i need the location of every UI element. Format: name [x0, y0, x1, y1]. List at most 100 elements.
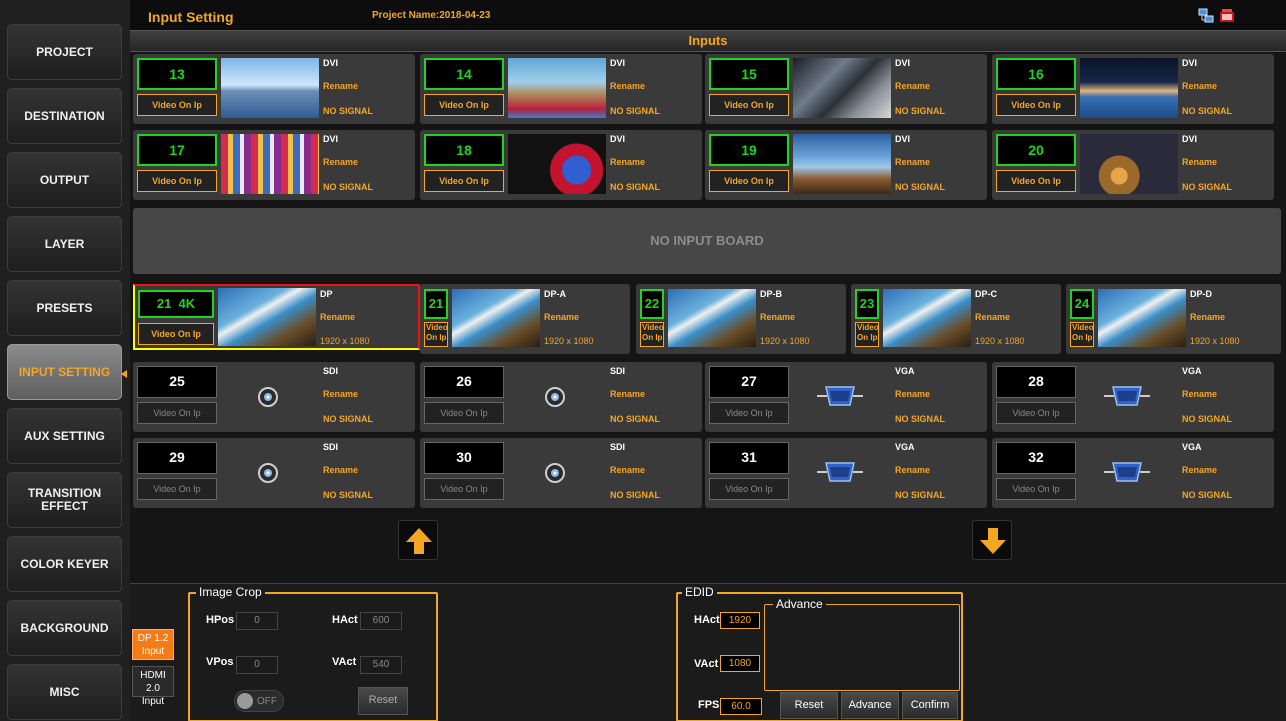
tab-dp-input[interactable]: DP 1.2 Input — [132, 629, 174, 660]
video-on-ip-button[interactable]: Video On Ip — [709, 170, 789, 192]
sidebar-item-misc[interactable]: MISC — [7, 664, 122, 720]
input-number[interactable]: 14 — [424, 58, 504, 90]
input-number[interactable]: 26 — [424, 366, 504, 398]
sidebar-item-background[interactable]: BACKGROUND — [7, 600, 122, 656]
input-number[interactable]: 21 4K — [138, 290, 214, 318]
video-on-ip-button[interactable]: Video On Ip — [709, 402, 789, 424]
sidebar-item-transition-effect[interactable]: TRANSITION EFFECT — [7, 472, 122, 528]
input-number[interactable]: 32 — [996, 442, 1076, 474]
video-on-ip-button[interactable]: Video On Ip — [137, 402, 217, 424]
rename-button[interactable]: Rename — [323, 81, 358, 91]
dp-cell-b[interactable]: 22 Video On Ip DP-B Rename 1920 x 1080 — [636, 284, 846, 354]
edid-advance-button[interactable]: Advance — [841, 692, 899, 719]
video-on-ip-button[interactable]: Video On Ip — [137, 170, 217, 192]
input-number[interactable]: 13 — [137, 58, 217, 90]
video-on-ip-button[interactable]: Video On Ip — [996, 94, 1076, 116]
input-number[interactable]: 31 — [709, 442, 789, 474]
video-on-ip-button[interactable]: Video On Ip — [424, 322, 448, 347]
dp-main-cell[interactable]: 21 4K Video On Ip DP Rename 1920 x 1080 — [133, 284, 420, 350]
input-cell-14[interactable]: 14 Video On Ip DVI Rename NO SIGNAL — [420, 54, 702, 124]
video-on-ip-button[interactable]: Video On Ip — [640, 322, 664, 347]
rename-button[interactable]: Rename — [323, 157, 358, 167]
input-number[interactable]: 19 — [709, 134, 789, 166]
video-on-ip-button[interactable]: Video On Ip — [996, 478, 1076, 500]
hact-field[interactable]: 600 — [360, 612, 402, 630]
input-number[interactable]: 20 — [996, 134, 1076, 166]
input-cell-18[interactable]: 18 Video On Ip DVI Rename NO SIGNAL — [420, 130, 702, 200]
input-cell-19[interactable]: 19 Video On Ip DVI Rename NO SIGNAL — [705, 130, 987, 200]
edid-vact-field[interactable]: 1080 — [720, 655, 760, 672]
rename-button[interactable]: Rename — [610, 465, 645, 475]
rename-button[interactable]: Rename — [1190, 312, 1225, 322]
rename-button[interactable]: Rename — [323, 389, 358, 399]
input-cell-29[interactable]: 29 Video On Ip SDI Rename NO SIGNAL — [133, 438, 415, 508]
rename-button[interactable]: Rename — [323, 465, 358, 475]
video-on-ip-button[interactable]: Video On Ip — [996, 402, 1076, 424]
input-number[interactable]: 29 — [137, 442, 217, 474]
rename-button[interactable]: Rename — [544, 312, 579, 322]
rename-button[interactable]: Rename — [1182, 157, 1217, 167]
edid-confirm-button[interactable]: Confirm — [902, 692, 958, 719]
fps-field[interactable]: 60.0 — [720, 698, 762, 715]
video-on-ip-button[interactable]: Video On Ip — [424, 402, 504, 424]
edid-reset-button[interactable]: Reset — [780, 692, 838, 719]
rename-button[interactable]: Rename — [895, 157, 930, 167]
crop-toggle[interactable]: OFF — [234, 690, 284, 712]
input-number[interactable]: 23 — [855, 289, 879, 319]
dp-cell-a[interactable]: 21 Video On Ip DP-A Rename 1920 x 1080 — [420, 284, 630, 354]
hpos-field[interactable]: 0 — [236, 612, 278, 630]
page-down-button[interactable] — [972, 520, 1012, 560]
input-cell-16[interactable]: 16 Video On Ip DVI Rename NO SIGNAL — [992, 54, 1274, 124]
rename-button[interactable]: Rename — [1182, 389, 1217, 399]
input-number[interactable]: 22 — [640, 289, 664, 319]
sidebar-item-layer[interactable]: LAYER — [7, 216, 122, 272]
rename-button[interactable]: Rename — [610, 81, 645, 91]
tab-hdmi-input[interactable]: HDMI 2.0 Input — [132, 666, 174, 707]
page-up-button[interactable] — [398, 520, 438, 560]
input-cell-17[interactable]: 17 Video On Ip DVI Rename NO SIGNAL — [133, 130, 415, 200]
input-cell-27[interactable]: 27 Video On Ip VGA Rename NO SIGNAL — [705, 362, 987, 432]
rename-button[interactable]: Rename — [895, 81, 930, 91]
rename-button[interactable]: Rename — [1182, 465, 1217, 475]
sidebar-item-input-setting[interactable]: INPUT SETTING — [7, 344, 122, 400]
input-cell-28[interactable]: 28 Video On Ip VGA Rename NO SIGNAL — [992, 362, 1274, 432]
video-on-ip-button[interactable]: Video On Ip — [709, 94, 789, 116]
rename-button[interactable]: Rename — [975, 312, 1010, 322]
video-on-ip-button[interactable]: Video On Ip — [138, 323, 214, 345]
input-cell-25[interactable]: 25 Video On Ip SDI Rename NO SIGNAL — [133, 362, 415, 432]
input-number[interactable]: 30 — [424, 442, 504, 474]
video-on-ip-button[interactable]: Video On Ip — [996, 170, 1076, 192]
input-number[interactable]: 24 — [1070, 289, 1094, 319]
input-cell-32[interactable]: 32 Video On Ip VGA Rename NO SIGNAL — [992, 438, 1274, 508]
sidebar-item-presets[interactable]: PRESETS — [7, 280, 122, 336]
video-on-ip-button[interactable]: Video On Ip — [424, 170, 504, 192]
input-number[interactable]: 15 — [709, 58, 789, 90]
vact-field[interactable]: 540 — [360, 656, 402, 674]
input-cell-15[interactable]: 15 Video On Ip DVI Rename NO SIGNAL — [705, 54, 987, 124]
edid-hact-field[interactable]: 1920 — [720, 612, 760, 629]
input-cell-30[interactable]: 30 Video On Ip SDI Rename NO SIGNAL — [420, 438, 702, 508]
input-number[interactable]: 27 — [709, 366, 789, 398]
sidebar-item-output[interactable]: OUTPUT — [7, 152, 122, 208]
input-number[interactable]: 16 — [996, 58, 1076, 90]
sidebar-item-color-keyer[interactable]: COLOR KEYER — [7, 536, 122, 592]
rename-button[interactable]: Rename — [895, 389, 930, 399]
rename-button[interactable]: Rename — [610, 157, 645, 167]
sidebar-item-destination[interactable]: DESTINATION — [7, 88, 122, 144]
vpos-field[interactable]: 0 — [236, 656, 278, 674]
video-on-ip-button[interactable]: Video On Ip — [855, 322, 879, 347]
input-number[interactable]: 28 — [996, 366, 1076, 398]
dp-cell-c[interactable]: 23 Video On Ip DP-C Rename 1920 x 1080 — [851, 284, 1061, 354]
input-number[interactable]: 18 — [424, 134, 504, 166]
dp-cell-d[interactable]: 24 Video On Ip DP-D Rename 1920 x 1080 — [1066, 284, 1281, 354]
input-cell-13[interactable]: 13 Video On Ip DVI Rename NO SIGNAL — [133, 54, 415, 124]
video-on-ip-button[interactable]: Video On Ip — [424, 478, 504, 500]
video-on-ip-button[interactable]: Video On Ip — [137, 478, 217, 500]
rename-button[interactable]: Rename — [895, 465, 930, 475]
rename-button[interactable]: Rename — [610, 389, 645, 399]
video-on-ip-button[interactable]: Video On Ip — [1070, 322, 1094, 347]
input-cell-31[interactable]: 31 Video On Ip VGA Rename NO SIGNAL — [705, 438, 987, 508]
sidebar-item-project[interactable]: PROJECT — [7, 24, 122, 80]
input-number[interactable]: 21 — [424, 289, 448, 319]
rename-button[interactable]: Rename — [760, 312, 795, 322]
